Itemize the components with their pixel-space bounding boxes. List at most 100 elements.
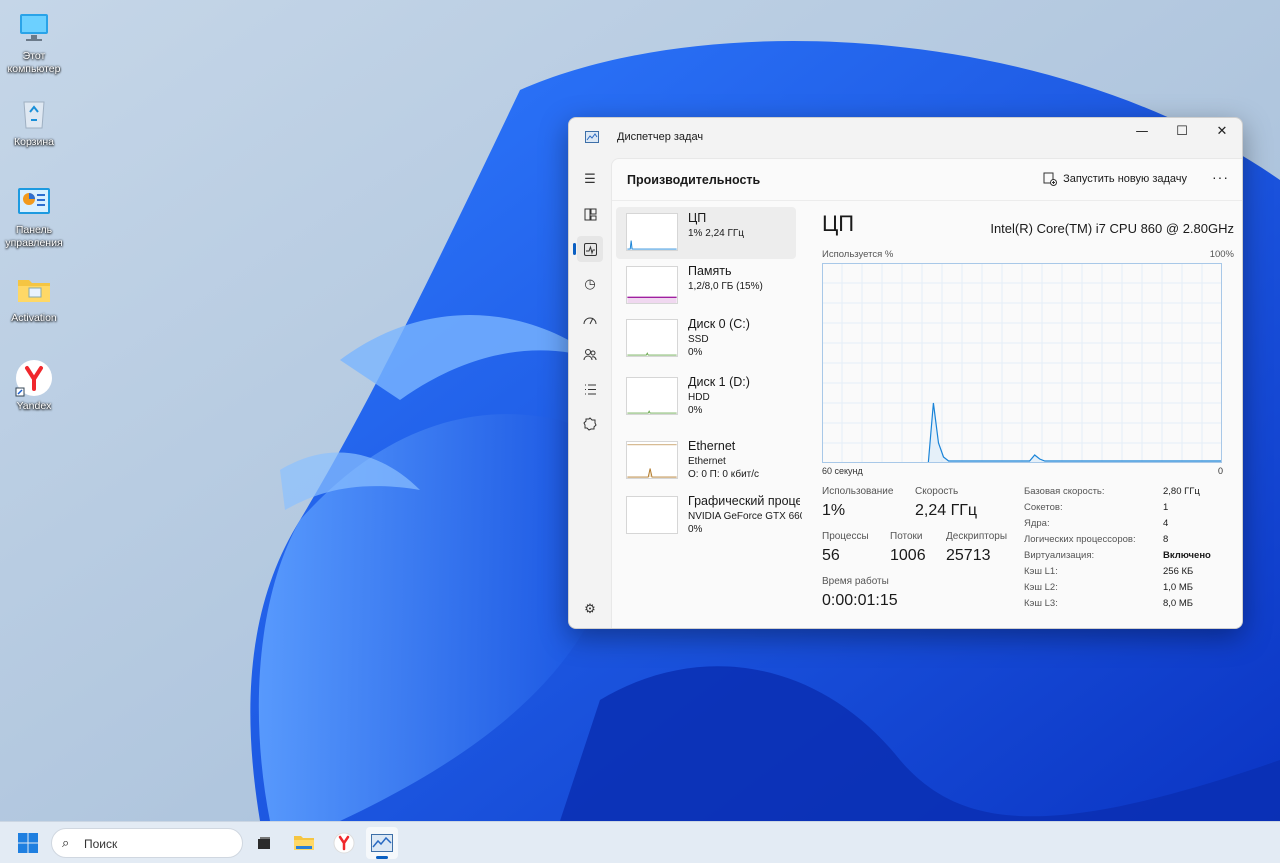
resource-item-disk-1[interactable]: Диск 1 (D:) HDD 0% (616, 371, 796, 423)
resource-usage: 0% (688, 524, 703, 535)
threads-value: 1006 (890, 547, 926, 564)
spec-value: 4 (1163, 518, 1169, 529)
processes-label: Процессы (822, 531, 869, 542)
handles-label: Дескрипторы (946, 531, 1008, 542)
more-options-button[interactable]: ··· (1212, 169, 1229, 185)
minimize-button[interactable]: — (1122, 118, 1162, 144)
graph-time-left: 60 секунд (822, 466, 863, 476)
spec-label: Логических процессоров: (1024, 534, 1136, 545)
graph-time-right: 0 (1218, 466, 1224, 476)
task-view-icon[interactable] (248, 827, 280, 859)
file-explorer-icon[interactable] (288, 827, 320, 859)
users-icon[interactable] (577, 341, 603, 367)
threads-label: Потоки (890, 531, 923, 542)
cpu-thumbnail (626, 213, 678, 251)
spec-label: Ядра: (1024, 518, 1050, 529)
resource-detail: Ethernet (688, 456, 726, 467)
taskbar: ⌕ Поиск (0, 821, 1280, 863)
folder-icon (18, 280, 50, 302)
spec-value: Включено (1163, 550, 1211, 561)
spec-label: Базовая скорость: (1024, 486, 1105, 497)
utilization-label: Использование (822, 486, 894, 497)
cpu-utilization-graph (822, 263, 1222, 463)
search-placeholder: Поиск (84, 837, 118, 851)
desktop-icon-label: Yandex (16, 400, 52, 412)
resource-name: Память (688, 264, 732, 278)
yandex-browser-icon (15, 360, 52, 397)
desktop-icon-activation[interactable]: Activation (0, 270, 68, 325)
resource-usage: 0% (688, 347, 703, 358)
task-manager-app-icon (585, 131, 599, 143)
resource-detail: NVIDIA GeForce GTX 660 (688, 511, 802, 522)
resource-name: Графический процессор 0 (688, 494, 800, 508)
spec-label: Кэш L3: (1024, 598, 1058, 609)
recycle-bin-icon (23, 101, 45, 129)
resource-item-memory[interactable]: Память 1,2/8,0 ГБ (15%) (616, 260, 796, 312)
performance-icon[interactable] (573, 236, 603, 262)
resource-usage: 0% (688, 405, 703, 416)
resource-item-ethernet[interactable]: Ethernet Ethernet О: 0 П: 0 кбит/с (616, 435, 796, 487)
speed-value: 2,24 ГГц (915, 502, 978, 519)
title-bar[interactable]: Диспетчер задач — ☐ ✕ (569, 118, 1242, 156)
search-icon: ⌕ (62, 836, 70, 851)
spec-value: 8,0 МБ (1163, 598, 1193, 609)
task-manager-icon[interactable] (366, 827, 398, 859)
desktop-icon-label: Панель управления (5, 224, 63, 249)
resource-name: Ethernet (688, 439, 736, 453)
new-task-icon (1043, 172, 1058, 186)
navigation-rail: ☰ ◷ ⚙ (569, 156, 609, 628)
handles-value: 25713 (946, 547, 991, 564)
window-title: Диспетчер задач (617, 131, 704, 143)
close-button[interactable]: ✕ (1202, 118, 1242, 144)
resource-item-cpu[interactable]: ЦП 1% 2,24 ГГц (616, 207, 796, 259)
desktop-icon-recycle-bin[interactable]: Корзина (0, 94, 68, 149)
resource-name: Диск 1 (D:) (688, 375, 750, 389)
cpu-detail-pane: ЦП Intel(R) Core(TM) i7 CPU 860 @ 2.80GH… (822, 201, 1242, 628)
disk-1-thumbnail (626, 377, 678, 415)
taskbar-search-box[interactable]: ⌕ Поиск (51, 828, 243, 858)
resource-item-gpu[interactable]: Графический процессор 0 NVIDIA GeForce G… (616, 490, 802, 542)
maximize-button[interactable]: ☐ (1162, 118, 1202, 144)
resource-usage: О: 0 П: 0 кбит/с (688, 469, 760, 480)
disk-0-thumbnail (626, 319, 678, 357)
spec-value: 256 КБ (1163, 566, 1194, 577)
page-title: Производительность (627, 173, 761, 187)
desktop-icon-yandex[interactable]: Yandex (0, 358, 68, 413)
desktop-icon-label: Этот компьютер (7, 50, 61, 75)
desktop-icon-label: Корзина (14, 136, 54, 148)
startup-apps-icon[interactable] (577, 306, 603, 332)
resource-detail: 1% 2,24 ГГц (688, 228, 745, 239)
run-new-task-button[interactable]: Запустить новую задачу (1043, 172, 1187, 186)
task-manager-window: Диспетчер задач — ☐ ✕ ☰ ◷ ⚙ Производител… (568, 117, 1243, 629)
resource-name: Диск 0 (C:) (688, 317, 750, 331)
ethernet-thumbnail (626, 441, 678, 479)
resource-item-disk-0[interactable]: Диск 0 (C:) SSD 0% (616, 313, 796, 365)
spec-label: Сокетов: (1024, 502, 1063, 513)
performance-page: Производительность Запустить новую задач… (611, 158, 1242, 628)
menu-icon[interactable]: ☰ (577, 166, 603, 192)
services-icon[interactable] (577, 411, 603, 437)
run-new-task-label: Запустить новую задачу (1063, 173, 1187, 185)
resource-name: ЦП (688, 211, 707, 225)
spec-label: Виртуализация: (1024, 550, 1095, 561)
resource-detail: 1,2/8,0 ГБ (15%) (688, 281, 763, 292)
graph-grid (822, 263, 1222, 463)
utilization-value: 1% (822, 502, 846, 519)
processes-value: 56 (822, 547, 840, 564)
yandex-browser-icon[interactable] (328, 827, 360, 859)
settings-icon[interactable]: ⚙ (577, 596, 603, 622)
spec-value: 1,0 МБ (1163, 582, 1193, 593)
spec-label: Кэш L2: (1024, 582, 1058, 593)
app-history-icon[interactable]: ◷ (577, 271, 603, 297)
cpu-model: Intel(R) Core(TM) i7 CPU 860 @ 2.80GHz (990, 221, 1234, 236)
windows-start-icon[interactable] (16, 831, 40, 855)
speed-label: Скорость (915, 486, 959, 497)
desktop-icon-this-pc[interactable]: Этот компьютер (0, 8, 68, 76)
desktop-icon-control-panel[interactable]: Панель управления (0, 182, 68, 250)
spec-label: Кэш L1: (1024, 566, 1058, 577)
gpu-thumbnail (626, 496, 678, 534)
processes-icon[interactable] (577, 201, 603, 227)
details-icon[interactable] (577, 376, 603, 402)
uptime-value: 0:00:01:15 (822, 592, 898, 609)
spec-value: 1 (1163, 502, 1169, 513)
